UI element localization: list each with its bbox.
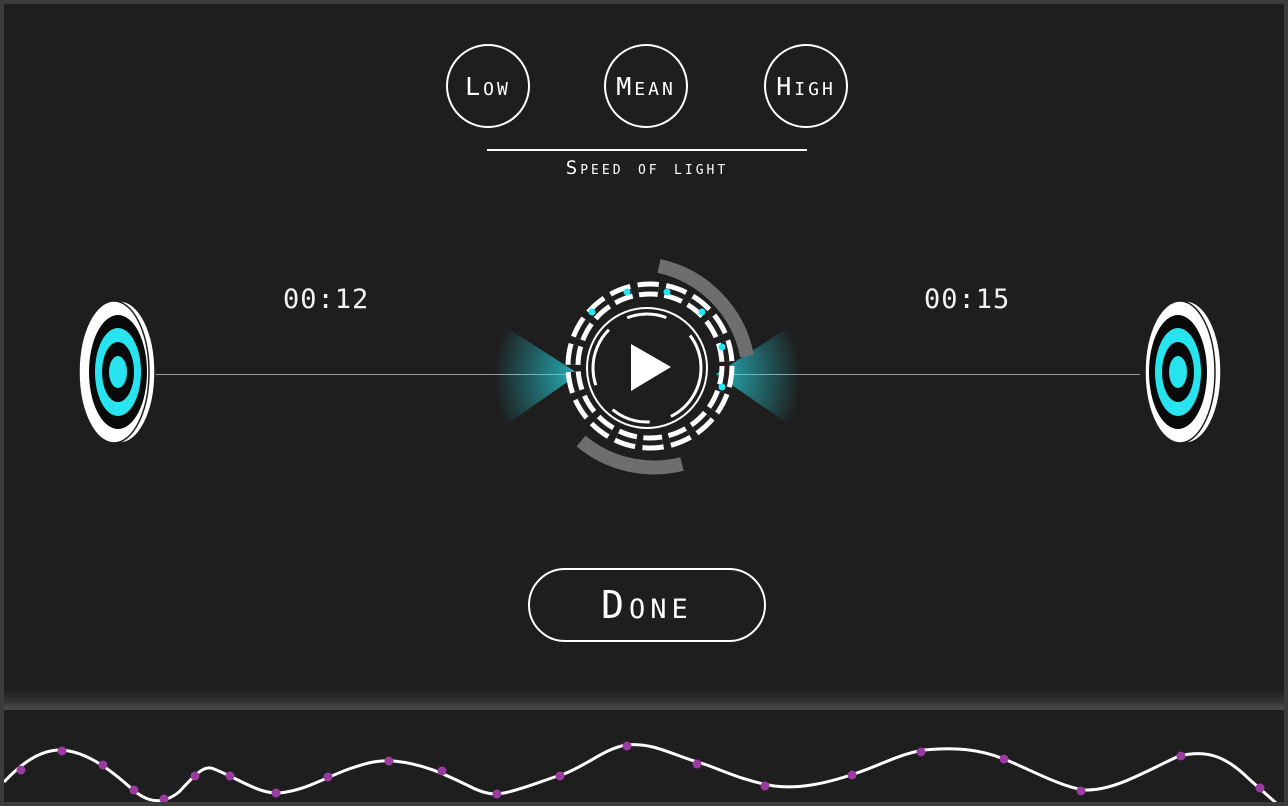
high-speed-label: High [776,71,836,101]
left-time-display: 00:12 [283,284,370,315]
done-button[interactable]: Done [528,568,766,642]
mean-speed-label: Mean [616,71,676,101]
bottom-divider [4,688,1284,710]
waveform-dots [16,741,1265,802]
high-speed-button[interactable]: High [764,44,848,128]
speed-divider [487,149,807,151]
waveform-strip [4,741,1278,802]
low-speed-label: Low [465,71,511,101]
mean-speed-button[interactable]: Mean [604,44,688,128]
done-label: Done [601,583,693,627]
speed-of-light-screen: Low Mean High Speed of light 00:12 00:15 [0,0,1288,806]
low-speed-button[interactable]: Low [446,44,530,128]
player-control [494,259,801,475]
play-button[interactable] [599,320,695,416]
right-time-display: 00:15 [924,284,1011,315]
right-target-icon [1144,300,1222,444]
left-target-icon [78,300,156,444]
speed-caption: Speed of light [565,157,729,179]
